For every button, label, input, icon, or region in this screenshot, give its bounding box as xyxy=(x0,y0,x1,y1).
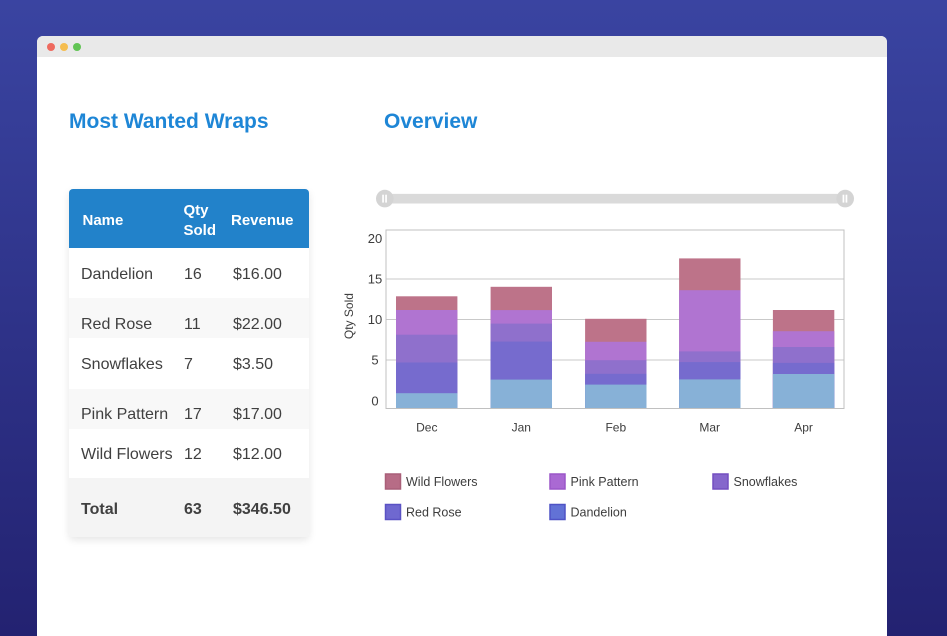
svg-text:10: 10 xyxy=(368,312,382,327)
svg-text:15: 15 xyxy=(368,272,382,287)
svg-text:Pink Pattern: Pink Pattern xyxy=(571,475,639,489)
svg-text:5: 5 xyxy=(371,353,378,368)
svg-text:Dandelion: Dandelion xyxy=(571,506,627,520)
svg-text:Wild Flowers: Wild Flowers xyxy=(406,475,478,489)
svg-text:Dec: Dec xyxy=(416,421,437,435)
svg-text:Apr: Apr xyxy=(794,421,813,435)
svg-text:Mar: Mar xyxy=(699,421,720,435)
svg-text:Qty Sold: Qty Sold xyxy=(342,293,356,339)
svg-text:Jan: Jan xyxy=(512,421,531,435)
svg-text:Red Rose: Red Rose xyxy=(406,506,462,520)
svg-text:0: 0 xyxy=(371,393,378,408)
svg-text:Snowflakes: Snowflakes xyxy=(734,475,798,489)
svg-text:20: 20 xyxy=(368,231,382,246)
svg-text:Feb: Feb xyxy=(605,421,626,435)
